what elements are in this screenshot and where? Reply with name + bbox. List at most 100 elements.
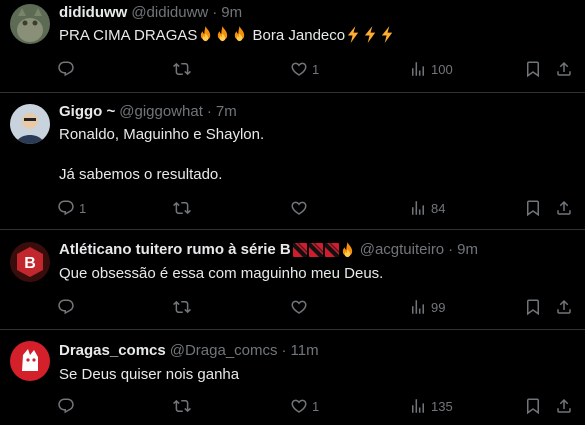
retweet-icon [173,60,191,78]
action-bar: 1 135 [51,396,581,416]
separator: · [206,103,212,120]
views-icon [409,397,427,415]
views-button[interactable]: 100 [409,59,453,79]
timestamp[interactable]: 9m [221,3,242,23]
bookmark-button[interactable] [524,396,542,416]
action-bar: 1 100 [51,59,581,79]
bookmark-icon [524,60,542,78]
user-handle[interactable]: @dididuww [131,3,208,23]
tweet[interactable]: Giggo ~ @giggowhat · 7m Ronaldo, Maguinh… [0,93,585,230]
share-icon [555,298,573,316]
reply-icon [57,60,75,78]
tweet-text: Se Deus quiser nois ganha [59,365,239,385]
tweet-text-line: Que obsessão é essa com maguinho meu Deu… [59,265,384,282]
reply-count: 1 [79,200,87,216]
bookmark-icon [524,397,542,415]
views-button[interactable]: 99 [409,297,445,317]
reply-button[interactable] [57,396,79,416]
fire-emoji [198,26,213,43]
bookmark-button[interactable] [524,198,542,218]
tweet-text: Ronaldo, Maguinho e Shaylon. Já sabemos … [59,125,264,185]
share-icon [555,60,573,78]
view-count: 84 [431,200,446,216]
reply-icon [57,199,75,217]
like-icon [290,60,308,78]
flag-emoji [309,243,323,257]
like-icon [290,397,308,415]
share-button[interactable] [555,59,573,79]
like-icon [290,199,308,217]
reply-button[interactable] [57,59,79,79]
timestamp[interactable]: 7m [216,102,237,122]
avatar[interactable] [10,104,50,144]
like-count: 1 [312,398,320,414]
retweet-icon [173,397,191,415]
avatar[interactable]: B [10,242,50,282]
retweet-button[interactable] [173,198,191,218]
fire-emoji [232,26,247,43]
tweet[interactable]: Dragas_comcs @Draga_comcs · 11m Se Deus … [0,330,585,425]
share-button[interactable] [555,198,573,218]
tweet[interactable]: B Atléticano tuitero rumo à série B @acg… [0,230,585,330]
views-icon [409,199,427,217]
flag-emoji [293,243,307,257]
view-count: 99 [431,299,446,315]
avatar-letter: B [24,255,36,272]
bookmark-button[interactable] [524,297,542,317]
share-button[interactable] [555,297,573,317]
views-button[interactable]: 135 [409,396,453,416]
bookmark-button[interactable] [524,59,542,79]
display-name[interactable]: Giggo ~ [59,102,115,122]
tweet-text-line: Já sabemos o resultado. [59,166,223,183]
share-button[interactable] [555,396,573,416]
like-count: 1 [312,61,320,77]
user-handle[interactable]: @acgtuiteiro [360,240,444,260]
like-button[interactable] [290,297,312,317]
views-icon [409,60,427,78]
separator: · [212,4,218,21]
retweet-button[interactable] [173,297,191,317]
tweet-text: Que obsessão é essa com maguinho meu Deu… [59,264,383,284]
fire-emoji [215,26,230,43]
lightning-emoji [346,26,361,43]
retweet-button[interactable] [173,59,191,79]
reply-button[interactable] [57,297,79,317]
views-button[interactable]: 84 [409,198,445,218]
retweet-button[interactable] [173,396,191,416]
share-icon [555,199,573,217]
display-name[interactable]: Dragas_comcs [59,341,166,361]
action-bar: 1 84 [51,198,581,218]
display-name[interactable]: dididuww [59,3,127,23]
separator: · [448,241,454,258]
avatar[interactable] [10,4,50,44]
user-handle[interactable]: @giggowhat [119,102,203,122]
like-button[interactable]: 1 [290,59,319,79]
user-handle[interactable]: @Draga_comcs [170,341,278,361]
avatar[interactable] [10,341,50,381]
tweet[interactable]: dididuww @dididuww · 9m PRA CIMA DRAGAS … [0,0,585,93]
tweet-text-part: Bora Jandeco [252,27,346,44]
view-count: 135 [431,398,453,414]
timestamp[interactable]: 9m [457,240,478,260]
reply-button[interactable]: 1 [57,198,86,218]
lightning-emoji [363,26,378,43]
bookmark-icon [524,199,542,217]
reply-icon [57,397,75,415]
tweet-text: PRA CIMA DRAGAS Bora Jandeco [59,26,396,46]
bookmark-icon [524,298,542,316]
like-button[interactable]: 1 [290,396,319,416]
lightning-emoji [380,26,395,43]
share-icon [555,397,573,415]
tweet-text-part: PRA CIMA DRAGAS [59,27,198,44]
like-button[interactable] [290,198,312,218]
retweet-icon [173,298,191,316]
flag-emoji [325,243,339,257]
display-name[interactable]: Atléticano tuitero rumo à série B [59,240,291,260]
tweet-text-line: Ronaldo, Maguinho e Shaylon. [59,126,265,143]
retweet-icon [173,199,191,217]
reply-icon [57,298,75,316]
view-count: 100 [431,61,453,77]
timestamp[interactable]: 11m [291,341,319,361]
separator: · [281,342,287,359]
action-bar: 99 [51,297,581,317]
